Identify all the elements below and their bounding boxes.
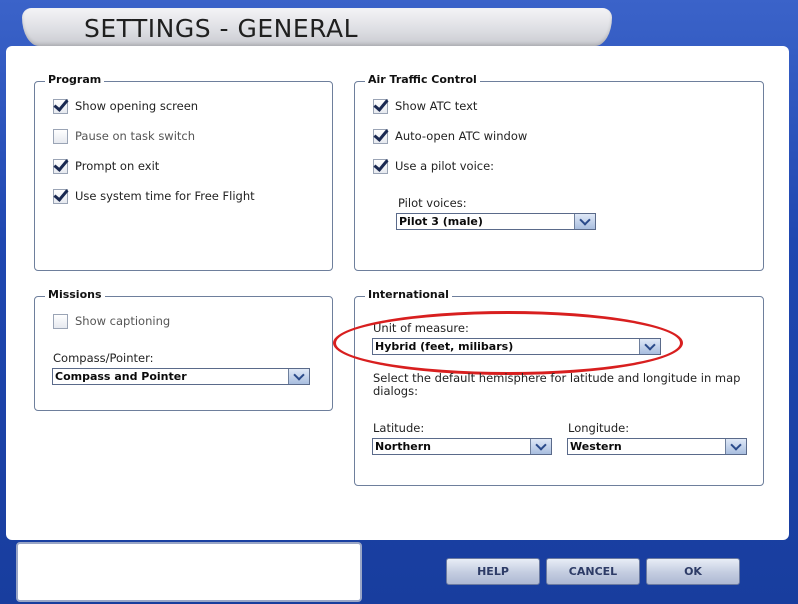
longitude-value: Western <box>570 440 622 453</box>
latitude-value: Northern <box>375 440 431 453</box>
use-system-time-checkbox[interactable] <box>53 188 68 204</box>
use-pilot-voice-label: Use a pilot voice: <box>395 159 495 173</box>
window-title: SETTINGS - GENERAL <box>84 14 359 43</box>
chevron-down-icon[interactable] <box>725 439 746 454</box>
latitude-label: Latitude: <box>373 421 425 435</box>
hemisphere-hint: Select the default hemisphere for latitu… <box>373 371 741 398</box>
international-legend: International <box>365 288 452 301</box>
chevron-down-icon[interactable] <box>530 439 551 454</box>
red-highlight-ellipse <box>333 311 683 375</box>
longitude-dropdown[interactable]: Western <box>567 438 747 455</box>
chevron-down-icon[interactable] <box>288 369 309 384</box>
pilot-voices-label: Pilot voices: <box>398 196 467 210</box>
atc-legend: Air Traffic Control <box>365 73 480 86</box>
description-panel <box>16 542 362 602</box>
prompt-on-exit-label: Prompt on exit <box>75 159 160 173</box>
compass-pointer-label: Compass/Pointer: <box>53 351 154 365</box>
program-legend: Program <box>45 73 105 86</box>
pilot-voices-dropdown[interactable]: Pilot 3 (male) <box>396 213 596 230</box>
pause-on-task-switch-label: Pause on task switch <box>75 129 196 143</box>
show-captioning-option[interactable]: Show captioning <box>53 312 170 330</box>
use-pilot-voice-checkbox[interactable] <box>373 158 388 174</box>
longitude-label: Longitude: <box>568 421 630 435</box>
pause-on-task-switch-checkbox[interactable] <box>53 128 68 144</box>
chevron-down-icon[interactable] <box>574 214 595 229</box>
title-bar: SETTINGS - GENERAL <box>22 8 612 46</box>
show-atc-text-label: Show ATC text <box>395 99 478 113</box>
use-system-time-label: Use system time for Free Flight <box>75 189 255 203</box>
show-opening-screen-label: Show opening screen <box>75 99 199 113</box>
show-captioning-label: Show captioning <box>75 314 171 328</box>
missions-legend: Missions <box>45 288 105 301</box>
help-button[interactable]: HELP <box>446 558 540 585</box>
cancel-button[interactable]: CANCEL <box>546 558 640 585</box>
show-opening-screen-checkbox[interactable] <box>53 98 68 114</box>
auto-open-atc-window-option[interactable]: Auto-open ATC window <box>373 127 527 145</box>
show-captioning-checkbox[interactable] <box>53 313 68 329</box>
prompt-on-exit-option[interactable]: Prompt on exit <box>53 157 159 175</box>
show-opening-screen-option[interactable]: Show opening screen <box>53 97 198 115</box>
auto-open-atc-window-checkbox[interactable] <box>373 128 388 144</box>
pilot-voices-value: Pilot 3 (male) <box>399 215 483 228</box>
use-system-time-option[interactable]: Use system time for Free Flight <box>53 187 255 205</box>
pause-on-task-switch-option[interactable]: Pause on task switch <box>53 127 195 145</box>
ok-button[interactable]: OK <box>646 558 740 585</box>
use-pilot-voice-option[interactable]: Use a pilot voice: <box>373 157 494 175</box>
compass-pointer-dropdown[interactable]: Compass and Pointer <box>52 368 310 385</box>
compass-pointer-value: Compass and Pointer <box>55 370 187 383</box>
auto-open-atc-window-label: Auto-open ATC window <box>395 129 528 143</box>
show-atc-text-option[interactable]: Show ATC text <box>373 97 477 115</box>
prompt-on-exit-checkbox[interactable] <box>53 158 68 174</box>
latitude-dropdown[interactable]: Northern <box>372 438 552 455</box>
show-atc-text-checkbox[interactable] <box>373 98 388 114</box>
